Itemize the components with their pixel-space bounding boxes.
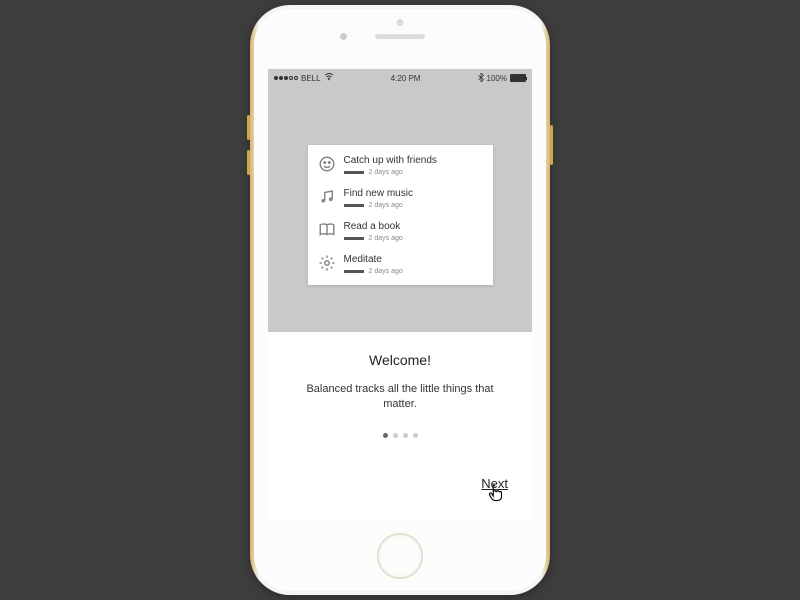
task-row: Find new music 2 days ago (318, 188, 483, 209)
next-button[interactable]: Next (481, 476, 508, 491)
wifi-icon (324, 73, 334, 83)
onboarding-preview: Catch up with friends 2 days ago (268, 87, 532, 332)
task-row: Catch up with friends 2 days ago (318, 155, 483, 176)
task-time: 2 days ago (369, 202, 403, 209)
battery-icon (510, 74, 526, 82)
status-bar: BELL 4:20 PM 100% (268, 69, 532, 87)
task-row: Read a book 2 days ago (318, 221, 483, 242)
welcome-title: Welcome! (298, 352, 502, 368)
bluetooth-icon (478, 73, 484, 84)
home-button[interactable] (377, 533, 423, 579)
signal-icon (274, 76, 298, 80)
page-dot (413, 433, 418, 438)
progress-bar (344, 204, 364, 207)
screen: BELL 4:20 PM 100% (268, 69, 532, 521)
task-time: 2 days ago (369, 268, 403, 275)
proximity-sensor (397, 19, 404, 26)
progress-bar (344, 171, 364, 174)
clock: 4:20 PM (391, 74, 421, 83)
volume-down-button[interactable] (247, 150, 250, 175)
onboarding-panel: Welcome! Balanced tracks all the little … (268, 332, 532, 521)
progress-bar (344, 270, 364, 273)
smile-icon (318, 155, 336, 173)
front-camera (340, 33, 347, 40)
music-icon (318, 188, 336, 206)
task-row: Meditate 2 days ago (318, 254, 483, 275)
welcome-subtitle: Balanced tracks all the little things th… (298, 382, 502, 413)
task-time: 2 days ago (369, 169, 403, 176)
page-dot (393, 433, 398, 438)
carrier-label: BELL (301, 74, 321, 83)
battery-pct: 100% (487, 74, 507, 83)
page-dot (403, 433, 408, 438)
power-button[interactable] (550, 125, 553, 165)
ear-speaker (375, 34, 425, 39)
gear-icon (318, 254, 336, 272)
page-dot (383, 433, 388, 438)
phone-frame: BELL 4:20 PM 100% (250, 5, 550, 595)
task-title: Catch up with friends (344, 155, 483, 166)
task-title: Find new music (344, 188, 483, 199)
book-icon (318, 221, 336, 239)
task-title: Read a book (344, 221, 483, 232)
task-card: Catch up with friends 2 days ago (308, 145, 493, 285)
page-indicator (298, 433, 502, 438)
volume-up-button[interactable] (247, 115, 250, 140)
task-title: Meditate (344, 254, 483, 265)
task-time: 2 days ago (369, 235, 403, 242)
progress-bar (344, 237, 364, 240)
